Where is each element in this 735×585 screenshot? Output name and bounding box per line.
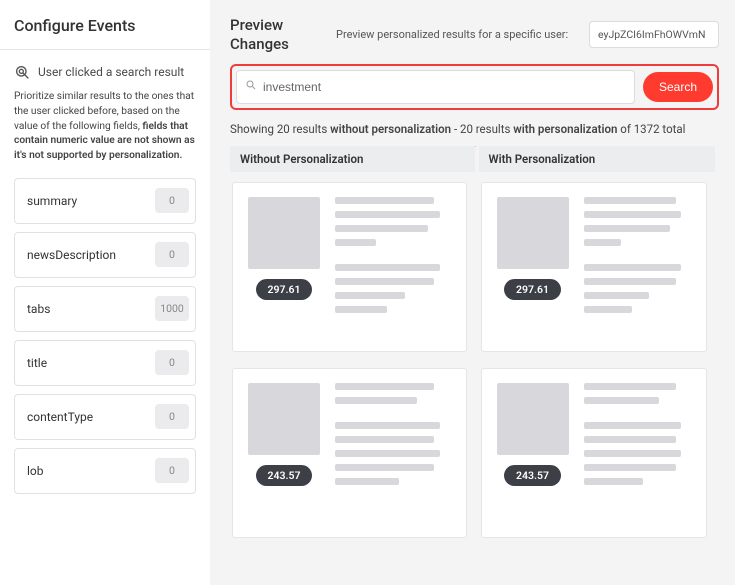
- column-header: Without Personalization: [230, 146, 475, 172]
- search-button[interactable]: Search: [643, 72, 713, 102]
- column-with-personalization: With Personalization 297.61: [475, 146, 720, 585]
- result-score-badge: 297.61: [504, 279, 561, 300]
- field-row-summary[interactable]: summary 0: [14, 178, 196, 224]
- preview-panel: Preview Changes Preview personalized res…: [210, 0, 735, 585]
- field-name: tabs: [27, 302, 50, 316]
- event-type-row[interactable]: User clicked a search result: [14, 64, 196, 80]
- result-thumbnail: [497, 383, 569, 455]
- result-card[interactable]: 297.61: [232, 182, 467, 352]
- result-card[interactable]: 243.57: [481, 368, 708, 538]
- result-text-skeleton: [584, 197, 693, 337]
- field-name: lob: [27, 464, 44, 478]
- field-weight-badge[interactable]: 0: [155, 188, 189, 213]
- result-text-skeleton: [335, 197, 452, 337]
- event-description: Prioritize similar results to the ones t…: [14, 90, 196, 164]
- field-row-newsdescription[interactable]: newsDescription 0: [14, 232, 196, 278]
- field-weight-badge[interactable]: 0: [155, 404, 189, 429]
- configure-events-sidebar: Configure Events User clicked a search r…: [0, 0, 210, 585]
- preview-subtitle: Preview personalized results for a speci…: [336, 28, 573, 42]
- search-box[interactable]: [236, 70, 635, 104]
- event-type-label: User clicked a search result: [38, 65, 184, 79]
- column-without-personalization: Without Personalization 297.61: [230, 146, 475, 585]
- preview-header: Preview Changes Preview personalized res…: [230, 16, 719, 54]
- results-summary: Showing 20 results without personalizati…: [230, 122, 719, 136]
- field-row-contenttype[interactable]: contentType 0: [14, 394, 196, 440]
- result-score-badge: 243.57: [504, 465, 561, 486]
- field-row-tabs[interactable]: tabs 1000: [14, 286, 196, 332]
- column-body: 297.61 243.57: [479, 172, 716, 585]
- user-token-input[interactable]: eyJpZCI6ImFhOWVmN: [589, 21, 719, 48]
- search-icon: [245, 79, 263, 94]
- field-weight-badge[interactable]: 1000: [155, 296, 189, 321]
- column-body: 297.61 243.57: [230, 172, 475, 585]
- search-input[interactable]: [263, 80, 626, 94]
- result-card[interactable]: 297.61: [481, 182, 708, 352]
- divider: [0, 49, 210, 50]
- result-score-badge: 243.57: [256, 465, 313, 486]
- field-name: title: [27, 356, 47, 370]
- preview-title: Preview Changes: [230, 16, 320, 54]
- field-row-title[interactable]: title 0: [14, 340, 196, 386]
- click-target-icon: [14, 64, 30, 80]
- search-highlight-box: Search: [230, 64, 719, 110]
- field-name: summary: [27, 194, 77, 208]
- field-row-lob[interactable]: lob 0: [14, 448, 196, 494]
- field-weight-badge[interactable]: 0: [155, 350, 189, 375]
- result-score-badge: 297.61: [256, 279, 313, 300]
- result-thumbnail: [248, 383, 320, 455]
- field-name: newsDescription: [27, 248, 116, 262]
- result-text-skeleton: [584, 383, 693, 523]
- field-name: contentType: [27, 410, 93, 424]
- result-thumbnail: [497, 197, 569, 269]
- field-weight-badge[interactable]: 0: [155, 458, 189, 483]
- result-text-skeleton: [335, 383, 452, 523]
- result-thumbnail: [248, 197, 320, 269]
- column-header: With Personalization: [479, 146, 716, 172]
- result-card[interactable]: 243.57: [232, 368, 467, 538]
- sidebar-title: Configure Events: [14, 16, 196, 35]
- field-weight-badge[interactable]: 0: [155, 242, 189, 267]
- results-columns: Without Personalization 297.61: [230, 146, 719, 585]
